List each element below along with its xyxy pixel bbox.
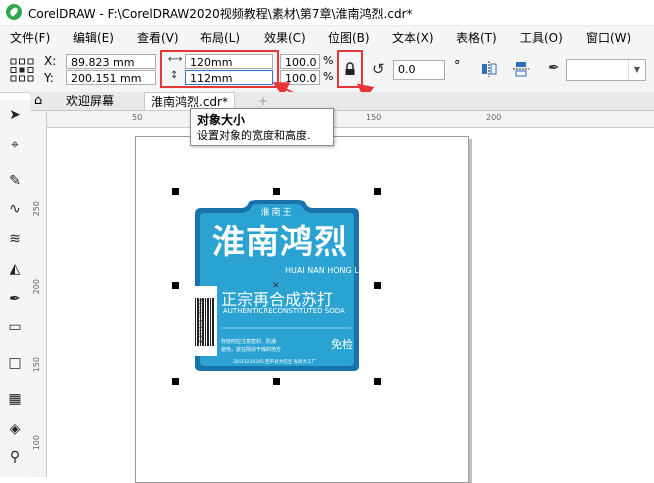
- tab-welcome-screen[interactable]: 欢迎屏幕: [60, 92, 120, 110]
- label-note-2: 避热，放在阴凉干燥的地方: [221, 347, 282, 353]
- curve-tool-icon[interactable]: ∿: [4, 198, 26, 220]
- home-icon[interactable]: ⌂: [34, 93, 42, 108]
- document-tab-bar: ⌂ 欢迎屏幕 淮南鸿烈.cdr* +: [30, 92, 654, 111]
- hruler-label: 150: [366, 113, 382, 122]
- eyedropper-tool-icon[interactable]: ⚲: [4, 446, 26, 468]
- selection-handle[interactable]: [374, 378, 381, 385]
- object-size-tooltip: 对象大小 设置对象的宽度和高度.: [190, 108, 334, 146]
- vertical-ruler[interactable]: 250 200 150 100: [30, 111, 47, 477]
- label-top-text: 淮南王: [260, 208, 294, 218]
- label-mark: 免检: [331, 338, 353, 351]
- artistic-media-icon[interactable]: ≋: [4, 228, 26, 250]
- selection-handle[interactable]: [172, 188, 179, 195]
- shape-tool-icon[interactable]: ⌖: [4, 134, 26, 156]
- selection-handle[interactable]: [273, 378, 280, 385]
- tooltip-title: 对象大小: [197, 113, 246, 127]
- hruler-label: 50: [132, 113, 143, 122]
- selection-handle[interactable]: [374, 188, 381, 195]
- rectangle-tool-icon[interactable]: □: [4, 352, 26, 374]
- selection-handle[interactable]: [273, 188, 280, 195]
- vruler-label: 250: [32, 201, 41, 217]
- eraser-tool-icon[interactable]: ▭: [4, 316, 26, 338]
- tooltip-description: 设置对象的宽度和高度.: [197, 129, 311, 142]
- interactive-fill-icon[interactable]: ◈: [4, 418, 26, 440]
- transparency-tool-icon[interactable]: ◭: [4, 258, 26, 280]
- horizontal-ruler[interactable]: 50 100 150 200: [46, 111, 654, 128]
- label-slogan-en: AUTHENTICRECONSTITUTED SODA: [223, 307, 345, 315]
- freehand-tool-icon[interactable]: ✎: [4, 170, 26, 192]
- pattern-fill-icon[interactable]: ▦: [4, 388, 26, 410]
- vruler-label: 150: [32, 357, 41, 373]
- vruler-label: 200: [32, 279, 41, 295]
- pen-tool-icon[interactable]: ✒: [4, 288, 26, 310]
- pick-tool-icon[interactable]: ➤: [4, 104, 26, 126]
- label-pinyin: HUAI NAN HONG LIE: [285, 266, 367, 275]
- selection-handle[interactable]: [374, 282, 381, 289]
- toolbox: ➤ ⌖ ✎ ∿ ≋ ◭ ✒ ▭ □ ▦ ◈ ⚲: [0, 100, 31, 477]
- selection-handle[interactable]: [172, 282, 179, 289]
- label-bottom-text: ZJH23234345 西平县大旺宝 省商大工厂: [233, 360, 317, 365]
- vruler-label: 100: [32, 435, 41, 451]
- selection-handle[interactable]: [172, 378, 179, 385]
- hruler-label: 200: [486, 113, 502, 122]
- label-main-title: 淮南鸿烈: [212, 222, 348, 261]
- center-mark-icon[interactable]: ✕: [272, 281, 280, 291]
- label-note-1: 存放时应注意密封、防潮: [221, 339, 277, 345]
- label-barcode-number: 6 921318 271279: [199, 298, 206, 344]
